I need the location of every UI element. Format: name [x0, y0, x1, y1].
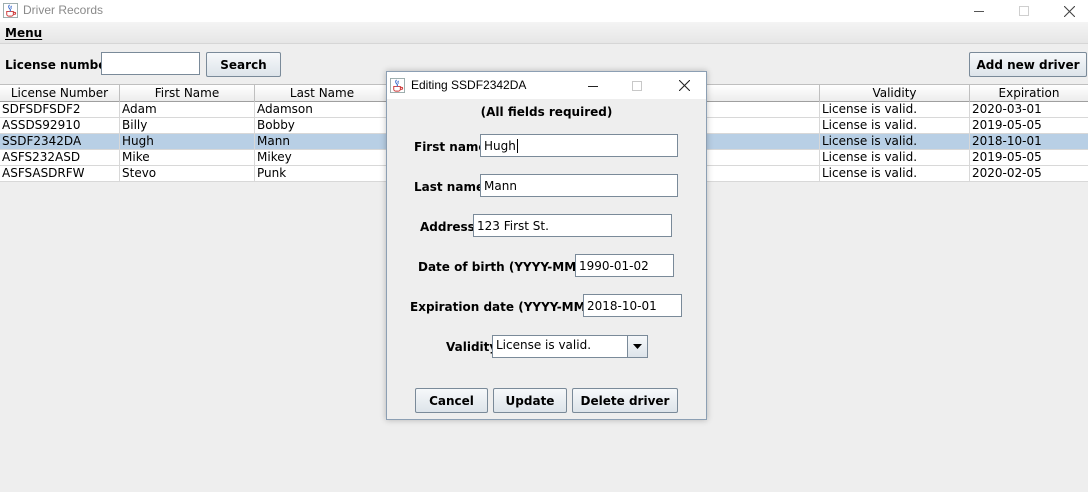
last-name-label: Last name: [414, 180, 485, 194]
cell-validity: License is valid.: [820, 134, 970, 150]
cell-expiration: 2020-02-05: [972, 166, 1042, 180]
chevron-down-icon: [633, 344, 642, 349]
address-label: Address: [420, 220, 475, 234]
cell-license-number: ASSDS92910: [0, 118, 120, 134]
cell-license-number: SDFSDFSDF2: [0, 102, 120, 118]
validity-select[interactable]: License is valid.: [492, 335, 648, 358]
cell-expiration: 2020-03-01: [972, 102, 1042, 116]
column-header-first-name[interactable]: First Name: [120, 85, 255, 102]
cell-expiration: 2019-05-05: [972, 118, 1042, 132]
java-cup-icon: [3, 3, 18, 18]
dialog-close-button[interactable]: [662, 72, 706, 99]
cell-license-number: ASFSASDRFW: [0, 166, 120, 182]
cell-first-name: Adam: [120, 102, 255, 118]
cell-first-name: Stevo: [120, 166, 255, 182]
cell-license-number: SSDF2342DA: [0, 134, 120, 150]
license-number-input[interactable]: [101, 52, 200, 75]
dialog-titlebar[interactable]: Editing SSDF2342DA: [387, 72, 706, 99]
first-name-value: Hugh: [484, 138, 516, 153]
cell-last-name: Mikey: [255, 150, 390, 166]
maximize-button[interactable]: [1001, 0, 1047, 22]
text-caret: [516, 138, 518, 153]
cell-first-name: Hugh: [120, 134, 255, 150]
first-name-field[interactable]: Hugh: [480, 134, 678, 157]
minimize-icon: [974, 11, 984, 12]
window-titlebar[interactable]: Driver Records: [0, 0, 1088, 22]
cell-last-name: Adamson: [255, 102, 390, 118]
cell-validity: License is valid.: [820, 118, 970, 134]
dialog-body: (All fields required) First name Hugh La…: [387, 99, 706, 419]
license-number-label: License number: [5, 58, 113, 72]
search-button[interactable]: Search: [206, 52, 281, 77]
validity-dropdown-button[interactable]: [627, 336, 647, 357]
column-header-license-number[interactable]: License Number: [0, 85, 120, 102]
cell-last-name: Bobby: [255, 118, 390, 134]
cell-validity: License is valid.: [820, 166, 970, 182]
column-header-last-name[interactable]: Last Name: [255, 85, 390, 102]
column-header-validity[interactable]: Validity: [820, 85, 970, 102]
cell-validity: License is valid.: [820, 102, 970, 118]
first-name-label: First name: [414, 140, 487, 154]
expiration-date-field[interactable]: 2018-10-01: [583, 294, 682, 317]
cell-first-name: Mike: [120, 150, 255, 166]
window-title: Driver Records: [23, 3, 104, 17]
validity-label: Validity: [446, 340, 498, 354]
menu-menu[interactable]: Menu: [5, 26, 42, 40]
close-icon: [1063, 5, 1075, 17]
cancel-button[interactable]: Cancel: [415, 388, 488, 413]
dialog-minimize-button[interactable]: [571, 72, 615, 99]
close-icon: [678, 80, 690, 91]
cell-last-name: Punk: [255, 166, 390, 182]
close-button[interactable]: [1046, 0, 1088, 22]
add-new-driver-button[interactable]: Add new driver: [969, 52, 1087, 77]
maximize-icon: [632, 80, 642, 91]
address-field[interactable]: 123 First St.: [473, 214, 672, 237]
required-note: (All fields required): [480, 105, 613, 119]
cell-expiration: 2019-05-05: [972, 150, 1042, 164]
minimize-button[interactable]: [956, 0, 1002, 22]
menu-bar: Menu: [0, 22, 1088, 44]
dialog-title: Editing SSDF2342DA: [411, 78, 527, 92]
validity-selected-value: License is valid.: [496, 338, 592, 352]
cell-license-number: ASFS232ASD: [0, 150, 120, 166]
last-name-field[interactable]: Mann: [480, 174, 678, 197]
cell-expiration: 2018-10-01: [972, 134, 1042, 148]
delete-driver-button[interactable]: Delete driver: [572, 388, 678, 413]
dialog-maximize-button[interactable]: [615, 72, 659, 99]
cell-last-name: Mann: [255, 134, 390, 150]
minimize-icon: [588, 85, 598, 87]
java-cup-icon: [390, 78, 405, 93]
cell-validity: License is valid.: [820, 150, 970, 166]
maximize-icon: [1019, 6, 1029, 16]
column-header-expiration[interactable]: Expiration: [970, 85, 1088, 102]
dob-field[interactable]: 1990-01-02: [575, 254, 674, 277]
update-button[interactable]: Update: [493, 388, 567, 413]
edit-driver-dialog[interactable]: Editing SSDF2342DA (All fields required)…: [386, 71, 707, 420]
cell-first-name: Billy: [120, 118, 255, 134]
